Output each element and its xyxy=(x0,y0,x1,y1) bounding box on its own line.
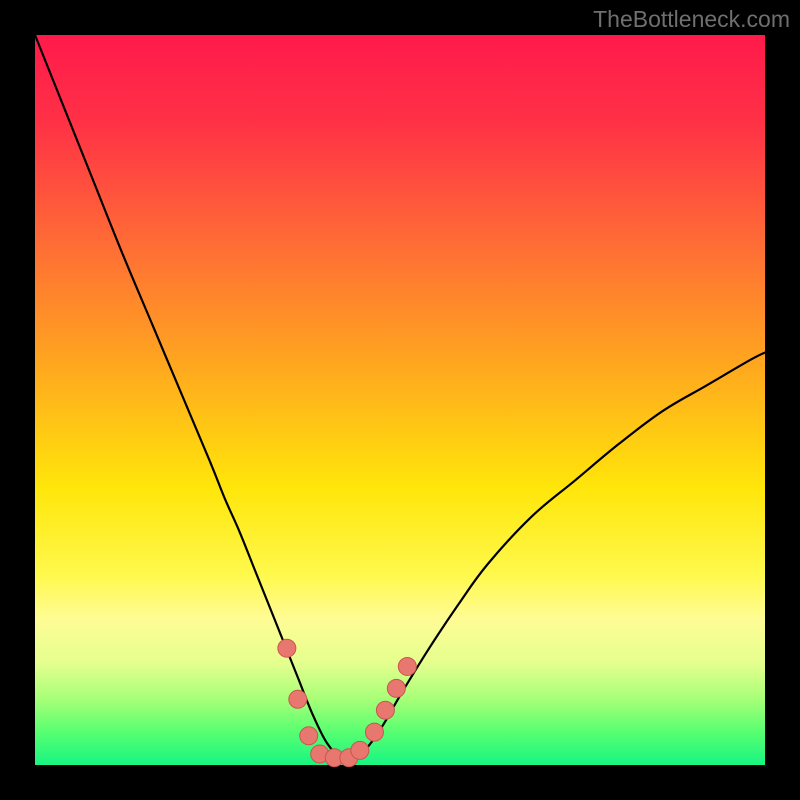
watermark-text: TheBottleneck.com xyxy=(593,6,790,33)
curve-marker xyxy=(376,701,394,719)
curve-marker xyxy=(365,723,383,741)
curve-marker xyxy=(289,690,307,708)
curve-marker xyxy=(398,657,416,675)
chart-frame: TheBottleneck.com xyxy=(0,0,800,800)
bottleneck-curve xyxy=(35,35,765,760)
plot-area xyxy=(35,35,765,765)
curve-marker xyxy=(351,741,369,759)
curve-marker xyxy=(387,679,405,697)
curve-marker xyxy=(278,639,296,657)
chart-svg xyxy=(35,35,765,765)
curve-marker xyxy=(300,727,318,745)
